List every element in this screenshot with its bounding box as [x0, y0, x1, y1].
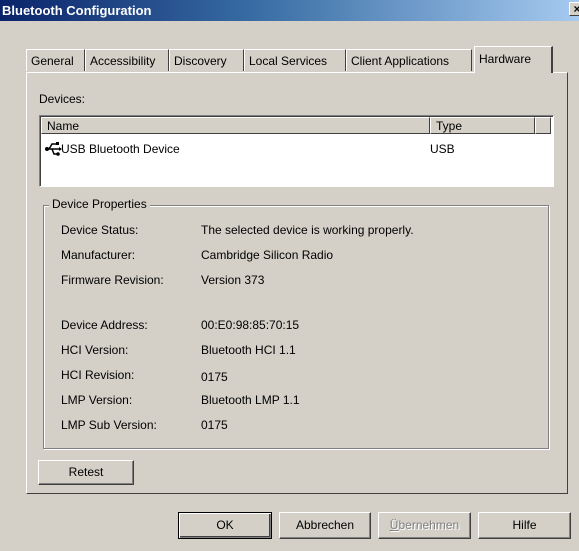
property-value: Version 373 — [201, 273, 265, 287]
cancel-button[interactable]: Abbrechen — [279, 512, 371, 539]
column-header-name[interactable]: Name — [41, 117, 430, 134]
tab-client-applications[interactable]: Client Applications — [346, 49, 472, 71]
device-properties-title: Device Properties — [49, 197, 150, 211]
property-label: LMP Sub Version: — [61, 418, 157, 432]
apply-button[interactable]: Übernehmen — [378, 512, 471, 539]
device-type: USB — [430, 142, 455, 156]
tab-general[interactable]: General — [26, 49, 85, 71]
property-label: LMP Version: — [61, 393, 133, 407]
title-bar[interactable]: Bluetooth Configuration × — [0, 0, 579, 21]
property-label: Firmware Revision: — [61, 273, 164, 287]
property-value: Cambridge Silicon Radio — [201, 248, 334, 262]
close-icon: × — [573, 2, 579, 16]
property-value: Bluetooth HCI 1.1 — [201, 343, 296, 357]
column-header-type[interactable]: Type — [430, 117, 535, 134]
devices-list[interactable]: Name Type USB Bluetooth Device USB — [39, 115, 554, 187]
property-label: HCI Revision: — [61, 368, 135, 382]
device-row[interactable]: USB Bluetooth Device USB — [44, 140, 544, 158]
property-label: Manufacturer: — [61, 248, 136, 262]
devices-label: Devices: — [39, 92, 86, 106]
retest-button[interactable]: Retest — [38, 460, 134, 485]
property-label: HCI Version: — [61, 343, 129, 357]
property-value: 00:E0:98:85:70:15 — [201, 318, 300, 332]
tab-discovery[interactable]: Discovery — [169, 49, 244, 71]
column-header-filler — [535, 117, 551, 134]
usb-icon — [45, 142, 62, 156]
close-button[interactable]: × — [569, 2, 579, 16]
property-value: Bluetooth LMP 1.1 — [201, 393, 300, 407]
property-value: 0175 — [201, 418, 228, 432]
help-button[interactable]: Hilfe — [478, 512, 571, 539]
property-label: Device Address: — [61, 318, 148, 332]
ok-button[interactable]: OK — [178, 512, 272, 539]
window-title: Bluetooth Configuration — [2, 3, 152, 18]
tab-hardware[interactable]: Hardware — [474, 46, 553, 73]
tab-local-services[interactable]: Local Services — [244, 49, 346, 71]
property-value: 0175 — [201, 370, 228, 384]
property-label: Device Status: — [61, 223, 139, 237]
property-value: The selected device is working properly. — [201, 223, 414, 237]
tab-accessibility[interactable]: Accessibility — [85, 49, 169, 71]
device-name: USB Bluetooth Device — [61, 142, 180, 156]
